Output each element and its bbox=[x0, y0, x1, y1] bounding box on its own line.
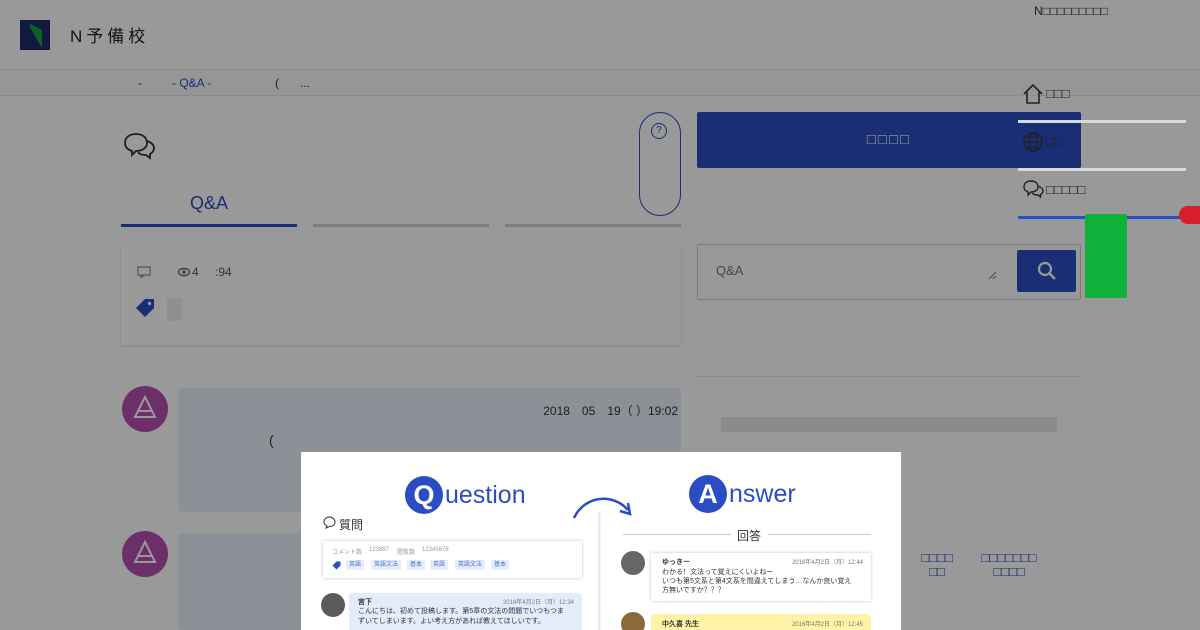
post-date: 2016年4月2日（月）12:34 bbox=[502, 600, 574, 606]
comment-count-label: コメント数 bbox=[332, 550, 363, 556]
answer-logo-word: nswer bbox=[729, 480, 796, 508]
floating-nav-home[interactable]: □□□ bbox=[1018, 75, 1186, 123]
curved-arrow-icon bbox=[572, 497, 632, 519]
divider bbox=[768, 534, 871, 535]
avatar bbox=[621, 551, 645, 575]
mini-question-bubble: 宮下 2016年4月2日（月）12:34 こんにちは、初めて投稿します。第5章の… bbox=[349, 593, 582, 630]
question-logo-word: uestion bbox=[445, 481, 526, 509]
poster-name: 宮下 bbox=[358, 599, 372, 606]
floating-nav-qa[interactable]: □□□□□ bbox=[1018, 171, 1186, 219]
column-separator bbox=[598, 512, 602, 630]
red-notification-badge[interactable] bbox=[1179, 206, 1200, 224]
speech-bubble-icon bbox=[323, 516, 336, 529]
question-logo-letter: Q bbox=[405, 476, 443, 514]
mini-question-card: コメント数 123887 閲覧数 12345678 英語 英語文法 基本 英語 … bbox=[323, 541, 582, 578]
tag-chip: 英語文法 bbox=[455, 560, 486, 570]
post-line: ずいてしまいます。よい考え方があれば教えてほしいです。 bbox=[358, 618, 545, 625]
qa-intro-modal: Q uestion A nswer 質問 コメント数 123887 閲覧数 12… bbox=[301, 452, 901, 630]
globe-icon bbox=[1023, 132, 1043, 152]
tag-chip: 英語 bbox=[346, 560, 365, 570]
floating-nav-globe[interactable]: □□ bbox=[1018, 123, 1186, 171]
floating-nav-label: □□□□□ bbox=[1046, 182, 1086, 197]
home-icon bbox=[1023, 83, 1043, 104]
poster-name: 中久喜 先生 bbox=[662, 621, 699, 628]
post-date: 2016年4月2日（月）12:44 bbox=[791, 560, 863, 566]
answer-logo-letter: A bbox=[689, 475, 727, 513]
floating-nav-label: □□ bbox=[1046, 134, 1062, 149]
like-count: 123887 bbox=[369, 547, 390, 553]
tag-chip: 英語 bbox=[430, 560, 449, 570]
avatar bbox=[321, 593, 345, 617]
views-label: 閲覧数 bbox=[397, 550, 416, 556]
answer-heading: 回答 bbox=[737, 529, 762, 543]
avatar bbox=[621, 612, 645, 630]
question-heading: 質問 bbox=[339, 518, 364, 532]
tag-chip: 基本 bbox=[491, 560, 510, 570]
post-date: 2016年4月2日（月）12:45 bbox=[791, 622, 863, 628]
tag-chip: 基本 bbox=[407, 560, 426, 570]
floating-nav-label: □□□ bbox=[1046, 86, 1070, 101]
mini-answer-card: ゆっきー 2016年4月2日（月）12:44 わかる！文法って覚えにくいよねー … bbox=[651, 553, 871, 601]
mini-teacher-bubble: 中久喜 先生 2016年4月2日（月）12:45 bbox=[651, 614, 871, 630]
tag-icon bbox=[332, 561, 341, 570]
views-count: 12345678 bbox=[422, 547, 449, 553]
green-side-button[interactable] bbox=[1085, 214, 1127, 298]
post-line: 方無いですか？？？ bbox=[662, 587, 725, 594]
tag-chip: 英語文法 bbox=[371, 560, 402, 570]
poster-name: ゆっきー bbox=[662, 559, 690, 566]
divider bbox=[623, 534, 731, 535]
chat-bubbles-icon bbox=[1023, 180, 1044, 199]
post-line: こんにちは、初めて投稿します。第5章の文法の問題でいつもつま bbox=[358, 608, 564, 615]
